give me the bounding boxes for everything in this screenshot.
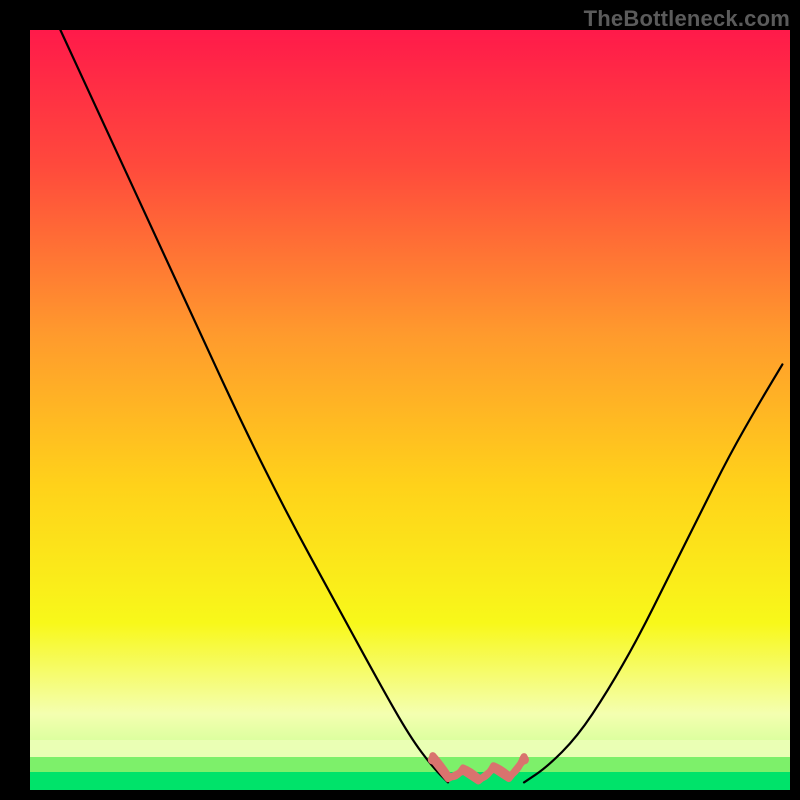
watermark-text: TheBottleneck.com — [584, 6, 790, 32]
chart-frame: TheBottleneck.com — [0, 0, 800, 800]
band-green — [30, 772, 790, 790]
plot-background — [30, 30, 790, 790]
chart-svg — [0, 0, 800, 800]
band-pale — [30, 740, 790, 757]
band-lightgreen — [30, 757, 790, 772]
trough-dot-left — [428, 755, 438, 765]
trough-dot-right — [519, 755, 529, 765]
